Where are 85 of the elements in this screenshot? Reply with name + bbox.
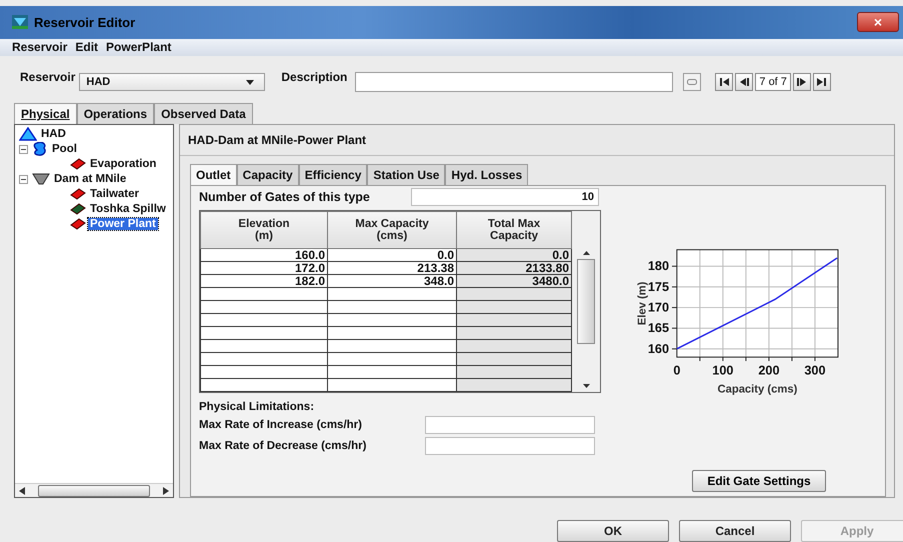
tab[interactable]: Outlet (190, 164, 237, 185)
dialog-button[interactable]: OK (557, 520, 669, 542)
triangle-icon (19, 127, 37, 142)
last-icon (817, 78, 826, 86)
diamond-icon (70, 188, 86, 200)
step-forward-icon (797, 78, 806, 86)
y-tick-label: 175 (648, 280, 670, 294)
tree-item[interactable]: Pool (50, 143, 79, 156)
column-header[interactable]: Total Max Capacity (456, 211, 572, 248)
edit-gate-settings-button[interactable]: Edit Gate Settings (692, 470, 826, 492)
table-cell: 160.0 (200, 248, 328, 262)
table-cell: 213.38 (328, 261, 456, 274)
gates-field[interactable]: 10 (411, 188, 599, 206)
dialog-button[interactable]: Cancel (679, 520, 791, 542)
window-title: Reservoir Editor (34, 14, 136, 30)
menu-item[interactable]: Edit (75, 40, 98, 54)
field-label: Max Rate of Decrease (cms/hr) (199, 440, 368, 452)
tree-item[interactable]: Toshka Spillw (88, 203, 168, 216)
tab[interactable]: Hyd. Losses (445, 164, 528, 185)
tree-item[interactable]: Tailwater (88, 188, 141, 200)
table-cell: 3480.0 (456, 274, 572, 288)
scroll-down-icon[interactable] (582, 384, 590, 388)
tab[interactable]: Efficiency (298, 164, 368, 185)
tab[interactable]: Observed Data (154, 102, 253, 124)
x-axis-title: Capacity (cms) (718, 383, 798, 396)
scroll-right-icon[interactable] (163, 486, 169, 494)
reservoir-label: Reservoir (20, 70, 76, 84)
reservoir-dropdown[interactable]: HAD (79, 73, 266, 92)
first-button[interactable] (715, 73, 734, 92)
tab[interactable]: Station Use (367, 164, 446, 185)
table-cell: 182.0 (200, 274, 328, 288)
close-button[interactable]: × (857, 12, 899, 32)
diamond-icon (70, 218, 86, 230)
description-label: Description (281, 70, 348, 84)
previous-button[interactable] (735, 73, 754, 92)
y-tick-label: 180 (648, 258, 670, 273)
horizontal-scrollbar[interactable] (15, 483, 173, 497)
scroll-up-icon[interactable] (582, 250, 590, 255)
scroll-left-icon[interactable] (19, 486, 25, 494)
diamond-icon (70, 158, 86, 170)
y-tick-label: 160 (648, 342, 670, 356)
edit-button[interactable] (683, 73, 702, 92)
y-tick-label: 170 (648, 300, 670, 314)
tab[interactable]: Capacity (236, 164, 299, 185)
tree-item[interactable]: Power Plant (88, 218, 158, 230)
input-field[interactable] (425, 416, 595, 434)
tree-item[interactable]: Evaporation (88, 158, 158, 170)
field-label: Max Rate of Increase (cms/hr) (199, 418, 363, 431)
collapse-icon[interactable] (19, 144, 28, 154)
x-tick-label: 0 (673, 364, 680, 378)
description-field[interactable] (355, 72, 674, 92)
step-back-icon (740, 78, 749, 86)
tab[interactable]: Physical (14, 102, 77, 124)
menu-item[interactable]: PowerPlant (106, 40, 172, 54)
tree-item[interactable]: HAD (39, 128, 68, 140)
x-tick-label: 200 (758, 364, 780, 378)
tab[interactable]: Operations (76, 102, 154, 124)
x-tick-label: 100 (712, 364, 734, 378)
gates-label: Number of Gates of this type (199, 190, 370, 204)
last-button[interactable] (812, 73, 831, 92)
next-button[interactable] (792, 73, 811, 92)
first-icon (720, 78, 729, 86)
ellipsis-icon (687, 79, 698, 86)
diamond-icon (70, 203, 86, 216)
menu-item[interactable]: Reservoir (12, 40, 68, 54)
column-header[interactable]: Elevation (m) (200, 211, 328, 248)
record-counter: 7 of 7 (755, 73, 791, 92)
y-axis-title: Elev (m) (636, 281, 649, 326)
funnel-icon (32, 173, 50, 186)
table-cell: 348.0 (328, 274, 456, 288)
table-cell: 0.0 (328, 248, 456, 262)
x-tick-label: 300 (804, 364, 826, 378)
input-field[interactable] (425, 436, 595, 455)
app-icon (12, 15, 28, 30)
collapse-icon[interactable] (19, 174, 28, 184)
table-cell: 0.0 (456, 248, 572, 262)
section-label: Physical Limitations: (199, 400, 316, 413)
column-header[interactable]: Max Capacity (cms) (328, 211, 456, 248)
panel-title: HAD-Dam at MNile-Power Plant (180, 124, 894, 156)
tree-item[interactable]: Dam at MNile (52, 173, 128, 186)
y-tick-label: 165 (648, 320, 670, 335)
caret-icon (246, 80, 254, 85)
table-cell: 172.0 (200, 261, 328, 274)
table-cell: 2133.80 (456, 261, 572, 274)
pool-icon (32, 142, 48, 157)
